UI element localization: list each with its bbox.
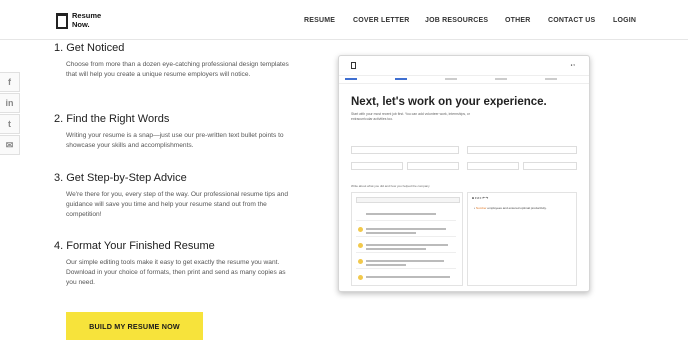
feature-text: Writing your resume is a snap—just use o… [66, 132, 284, 149]
facebook-icon[interactable]: f [0, 72, 20, 92]
feature-text: We're there for you, every step of the w… [66, 191, 289, 218]
preview-subtitle: Start with your most recent job first. Y… [351, 112, 470, 121]
preview-field [523, 162, 577, 170]
nav-login[interactable]: LOGIN [613, 17, 636, 24]
brand-logo[interactable]: Resume Now. [56, 11, 101, 29]
preview-suggestions-panel [351, 192, 463, 286]
twitter-icon[interactable]: t [0, 114, 20, 134]
feature-item: 3. Get Step-by-Step Advice We're there f… [54, 172, 294, 220]
feature-item: 1. Get Noticed Choose from more than a d… [54, 42, 294, 80]
nav-resume[interactable]: RESUME [304, 17, 335, 24]
preview-field [351, 146, 459, 154]
feature-text: Choose from more than a dozen eye-catchi… [66, 61, 289, 78]
feature-title: 2. Find the Right Words [54, 113, 170, 125]
preview-topbar: ● ▾ [339, 56, 589, 76]
logo-mark-icon [56, 13, 68, 29]
feature-title: 1. Get Noticed [54, 42, 125, 54]
nav-contact-us[interactable]: CONTACT US [548, 17, 595, 24]
preview-user-menu: ● ▾ [570, 63, 575, 67]
email-icon[interactable]: ✉ [0, 135, 20, 155]
preview-field [467, 146, 577, 154]
nav-cover-letter[interactable]: COVER LETTER [353, 17, 409, 24]
feature-text: Our simple editing tools make it easy to… [66, 259, 286, 286]
feature-item: 4. Format Your Finished Resume Our simpl… [54, 240, 294, 288]
preview-prompt: Write about what you did and how you hel… [351, 184, 430, 188]
build-resume-button[interactable]: BUILD MY RESUME NOW [66, 312, 203, 340]
preview-editor-toolbar: B I U ≡ ↶ ↷ [472, 196, 489, 200]
preview-field [467, 162, 519, 170]
feature-title: 3. Get Step-by-Step Advice [54, 172, 187, 184]
linkedin-icon[interactable]: in [0, 93, 20, 113]
preview-field [407, 162, 459, 170]
preview-bullet: • Number employees and ensured optimal p… [474, 206, 547, 210]
preview-title: Next, let's work on your experience. [351, 96, 547, 108]
feature-title: 4. Format Your Finished Resume [54, 240, 215, 252]
social-share-bar: f in t ✉ [0, 72, 20, 156]
preview-progress-steps [339, 76, 589, 84]
preview-editor-panel: B I U ≡ ↶ ↷ • Number employees and ensur… [467, 192, 577, 286]
nav-other[interactable]: OTHER [505, 17, 531, 24]
site-header: Resume Now. RESUME COVER LETTER JOB RESO… [0, 0, 688, 40]
preview-logo-icon [351, 62, 356, 69]
brand-name-line2: Now. [72, 19, 90, 29]
builder-preview: ● ▾ Next, let's work on your experience.… [338, 55, 590, 292]
preview-field [351, 162, 403, 170]
nav-job-resources[interactable]: JOB RESOURCES [425, 17, 488, 24]
feature-item: 2. Find the Right Words Writing your res… [54, 113, 294, 151]
